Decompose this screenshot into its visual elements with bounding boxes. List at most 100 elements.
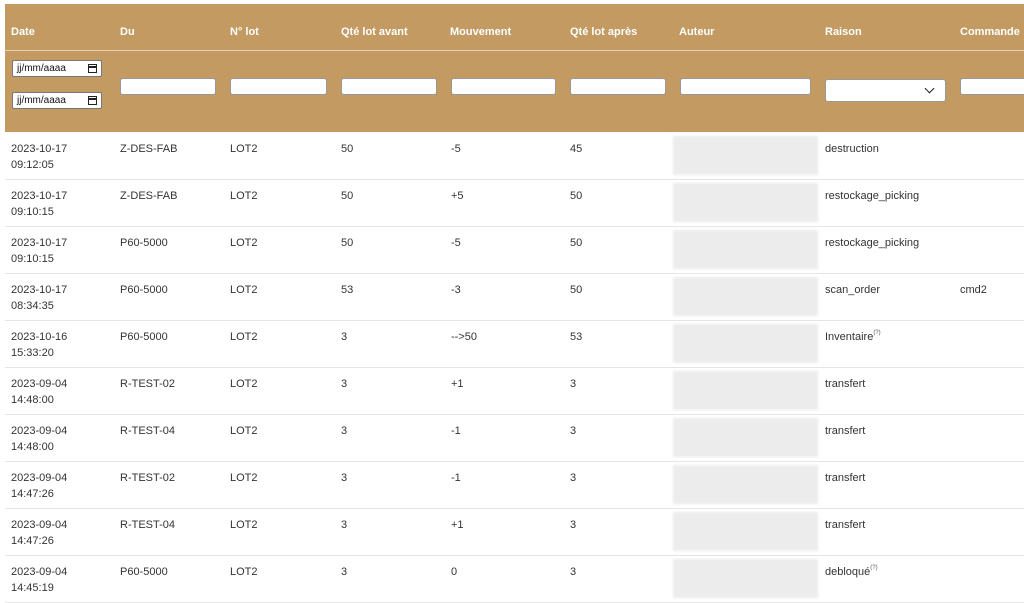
date-to-placeholder: jj/mm/aaaa bbox=[17, 95, 66, 106]
cell-date-time: 15:33:20 bbox=[11, 347, 54, 359]
cell-apres: 3 bbox=[570, 425, 577, 437]
cell-raison-text: debloqué bbox=[825, 566, 871, 578]
table-row[interactable]: 2023-10-17 09:10:15 Z-DES-FAB LOT2 50 +5 50 res… bbox=[5, 179, 1024, 227]
cell-du: R-TEST-02 bbox=[120, 378, 176, 390]
table-row[interactable]: 2023-10-17 09:10:15 P60-5000 LOT2 50 -5 50 rest… bbox=[5, 226, 1024, 274]
header-commande[interactable]: Commande bbox=[960, 26, 1020, 38]
author-redacted bbox=[673, 136, 818, 175]
table-row[interactable]: 2023-09-04 14:48:00 R-TEST-04 LOT2 3 -1 3 trans… bbox=[5, 414, 1024, 462]
cell-date: 2023-09-04 14:47:26 bbox=[11, 470, 67, 502]
header-date[interactable]: Date bbox=[11, 26, 35, 38]
filter-auteur-input[interactable] bbox=[680, 78, 811, 95]
header-mouvement[interactable]: Mouvement bbox=[450, 26, 511, 38]
cell-apres: 45 bbox=[570, 143, 583, 155]
cell-raison: transfert bbox=[825, 376, 865, 392]
info-tooltip-icon[interactable]: (?) bbox=[873, 330, 880, 336]
header-du[interactable]: Du bbox=[120, 26, 135, 38]
table-row[interactable]: 2023-09-04 14:45:19 P60-5000 LOT2 3 0 3 debloqu… bbox=[5, 555, 1024, 603]
table-row[interactable]: 2023-10-16 15:33:20 P60-5000 LOT2 3 -->50 53 In… bbox=[5, 320, 1024, 368]
cell-du: Z-DES-FAB bbox=[120, 190, 178, 202]
author-redacted bbox=[673, 512, 818, 551]
header-auteur[interactable]: Auteur bbox=[679, 26, 714, 38]
date-from-field[interactable]: jj/mm/aaaa bbox=[12, 60, 102, 77]
cell-date-day: 2023-10-17 bbox=[11, 143, 68, 155]
cell-commande: cmd2 bbox=[960, 284, 987, 296]
filter-lot-input[interactable] bbox=[230, 78, 327, 95]
header-qte-apres[interactable]: Qté lot après bbox=[570, 26, 637, 38]
cell-date-time: 09:10:15 bbox=[11, 206, 54, 218]
author-redacted bbox=[673, 277, 818, 316]
table-row[interactable]: 2023-10-17 09:12:05 Z-DES-FAB LOT2 50 -5 45 des… bbox=[5, 132, 1024, 180]
filter-mouvement-input[interactable] bbox=[451, 78, 556, 95]
author-redacted bbox=[673, 230, 818, 269]
filter-qte-apres-input[interactable] bbox=[570, 78, 666, 95]
cell-mouvement: +5 bbox=[451, 190, 464, 202]
cell-date: 2023-10-17 09:10:15 bbox=[11, 188, 67, 220]
cell-lot: LOT2 bbox=[230, 472, 258, 484]
cell-mouvement: +1 bbox=[451, 378, 464, 390]
cell-date-day: 2023-09-04 bbox=[11, 519, 68, 531]
cell-lot: LOT2 bbox=[230, 331, 258, 343]
lot-movements-table: Date Du N° lot Qté lot avant Mouvement Q… bbox=[0, 0, 1024, 603]
date-to-field[interactable]: jj/mm/aaaa bbox=[12, 92, 102, 109]
cell-du: R-TEST-02 bbox=[120, 472, 176, 484]
filter-commande-input[interactable] bbox=[960, 78, 1024, 95]
cell-mouvement: -1 bbox=[451, 472, 461, 484]
cell-raison-text: restockage_picking bbox=[825, 190, 920, 202]
cell-date-time: 08:34:35 bbox=[11, 300, 54, 312]
cell-avant: 53 bbox=[341, 284, 354, 296]
cell-apres: 50 bbox=[570, 284, 583, 296]
cell-mouvement: -1 bbox=[451, 425, 461, 437]
header-lot[interactable]: N° lot bbox=[230, 26, 259, 38]
cell-raison-text: transfert bbox=[825, 519, 866, 531]
cell-du: P60-5000 bbox=[120, 284, 168, 296]
cell-lot: LOT2 bbox=[230, 237, 258, 249]
calendar-icon[interactable] bbox=[88, 96, 97, 105]
cell-date-day: 2023-09-04 bbox=[11, 378, 68, 390]
cell-mouvement: -3 bbox=[451, 284, 461, 296]
cell-date-day: 2023-09-04 bbox=[11, 472, 68, 484]
cell-avant: 50 bbox=[341, 190, 354, 202]
cell-date: 2023-09-04 14:48:00 bbox=[11, 423, 67, 455]
table-row[interactable]: 2023-09-04 14:48:00 R-TEST-02 LOT2 3 +1 3 trans… bbox=[5, 367, 1024, 415]
cell-avant: 3 bbox=[341, 472, 348, 484]
cell-raison: transfert bbox=[825, 423, 865, 439]
author-redacted bbox=[673, 371, 818, 410]
cell-date: 2023-10-17 09:12:05 bbox=[11, 141, 67, 173]
cell-raison-text: restockage_picking bbox=[825, 237, 920, 249]
author-redacted bbox=[673, 559, 818, 598]
cell-raison-text: transfert bbox=[825, 378, 866, 390]
cell-apres: 3 bbox=[570, 566, 577, 578]
cell-du: R-TEST-04 bbox=[120, 519, 176, 531]
cell-date-day: 2023-10-17 bbox=[11, 190, 68, 202]
cell-avant: 3 bbox=[341, 331, 348, 343]
cell-avant: 3 bbox=[341, 519, 348, 531]
table-row[interactable]: 2023-10-17 08:34:35 P60-5000 LOT2 53 -3 50 scan… bbox=[5, 273, 1024, 321]
cell-raison: transfert bbox=[825, 470, 865, 486]
cell-date: 2023-10-17 08:34:35 bbox=[11, 282, 67, 314]
cell-mouvement: -->50 bbox=[451, 331, 477, 343]
cell-du: Z-DES-FAB bbox=[120, 143, 178, 155]
filter-du-input[interactable] bbox=[120, 78, 216, 95]
cell-apres: 3 bbox=[570, 519, 577, 531]
filter-raison-select[interactable] bbox=[825, 79, 946, 102]
cell-raison-text: transfert bbox=[825, 425, 866, 437]
header-qte-avant[interactable]: Qté lot avant bbox=[341, 26, 408, 38]
header-divider bbox=[5, 50, 1024, 51]
cell-date-time: 14:45:19 bbox=[11, 582, 54, 594]
cell-apres: 3 bbox=[570, 378, 577, 390]
cell-du: R-TEST-04 bbox=[120, 425, 176, 437]
calendar-icon[interactable] bbox=[88, 64, 97, 73]
table-row[interactable]: 2023-09-04 14:47:26 R-TEST-02 LOT2 3 -1 3 trans… bbox=[5, 461, 1024, 509]
cell-date-day: 2023-09-04 bbox=[11, 425, 68, 437]
cell-raison: destruction bbox=[825, 141, 879, 157]
cell-raison: Inventaire(?) bbox=[825, 329, 881, 345]
info-tooltip-icon[interactable]: (?) bbox=[870, 565, 877, 571]
cell-date-day: 2023-09-04 bbox=[11, 566, 68, 578]
filter-qte-avant-input[interactable] bbox=[341, 78, 437, 95]
header-raison[interactable]: Raison bbox=[825, 26, 862, 38]
author-redacted bbox=[673, 465, 818, 504]
cell-lot: LOT2 bbox=[230, 378, 258, 390]
table-row[interactable]: 2023-09-04 14:47:26 R-TEST-04 LOT2 3 +1 3 trans… bbox=[5, 508, 1024, 556]
cell-lot: LOT2 bbox=[230, 425, 258, 437]
